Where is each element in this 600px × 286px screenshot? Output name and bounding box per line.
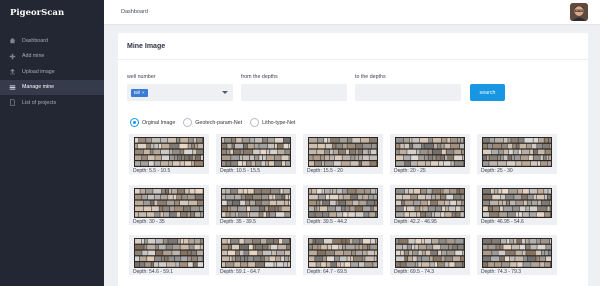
core-photo: [395, 188, 465, 218]
search-button[interactable]: search: [470, 84, 505, 101]
sidebar-item-upload-image[interactable]: Upload image: [0, 64, 104, 80]
sidebar-item-dashboard[interactable]: Dashboard: [0, 33, 104, 49]
mine-image-card: Mine Image well number from the depths t…: [118, 33, 588, 286]
home-icon: [8, 36, 17, 45]
from-depth-label: from the depths: [241, 74, 278, 80]
depth-label: Depth: 69.5 - 74.3: [394, 269, 435, 275]
depth-label: Depth: 42.2 - 46.95: [394, 219, 437, 225]
core-image-thumbnail[interactable]: Depth: 74.3 - 79.3: [477, 235, 557, 275]
avatar[interactable]: [570, 3, 588, 21]
radio-geotech-param-net[interactable]: Geotech-param-Net: [183, 118, 242, 127]
depth-label: Depth: 25 - 30: [481, 168, 513, 174]
breadcrumb[interactable]: Dashboard: [121, 9, 148, 15]
radio-label: Litho-type-Net: [262, 119, 296, 126]
depth-label: Depth: 15.5 - 20: [307, 168, 343, 174]
radio-indicator[interactable]: [183, 118, 193, 127]
core-photo: [221, 188, 291, 218]
sidebar-item-label: Upload image: [22, 68, 55, 75]
depth-label: Depth: 20 - 25: [394, 168, 426, 174]
radio-original-image[interactable]: Orginal Image: [130, 118, 175, 127]
chevron-down-icon[interactable]: [222, 91, 228, 94]
core-image-thumbnail[interactable]: Depth: 39.5 - 44.2: [303, 185, 383, 225]
core-image-thumbnail[interactable]: Depth: 69.5 - 74.3: [390, 235, 470, 275]
depth-label: Depth: 46.95 - 54.6: [481, 219, 524, 225]
page-title: Mine Image: [127, 43, 166, 50]
depth-label: Depth: 5.5 - 10.5: [133, 168, 171, 174]
depth-label: Depth: 54.6 - 59.1: [133, 269, 174, 275]
core-photo: [134, 238, 204, 268]
radio-label: Geotech-param-Net: [195, 119, 243, 126]
sidebar-item-label: Manage mine: [22, 84, 55, 91]
core-image-thumbnail[interactable]: Depth: 59.1 - 64.7: [216, 235, 296, 275]
radio-indicator[interactable]: [130, 118, 139, 127]
core-image-thumbnail[interactable]: Depth: 35 - 39.5: [216, 185, 296, 225]
list-icon: [8, 83, 17, 92]
core-image-thumbnail[interactable]: Depth: 15.5 - 20: [303, 134, 383, 174]
core-photo: [308, 188, 378, 218]
sidebar-item-add-mine[interactable]: Add mine: [0, 49, 104, 65]
plus-icon: [8, 52, 17, 61]
model-radio-group: Orginal Image Geotech-param-Net Litho-ty…: [130, 118, 303, 127]
well-tag-label: Bill: [134, 90, 141, 95]
core-photo: [395, 137, 465, 167]
close-icon[interactable]: ×: [142, 90, 145, 95]
depth-label: Depth: 35 - 39.5: [220, 219, 256, 225]
sidebar-item-label: Add mine: [22, 53, 45, 60]
well-number-select[interactable]: Bill ×: [127, 84, 233, 101]
core-image-thumbnail[interactable]: Depth: 42.2 - 46.95: [390, 185, 470, 225]
core-photo: [482, 137, 552, 167]
depth-label: Depth: 10.5 - 15.5: [220, 168, 261, 174]
core-photo: [221, 137, 291, 167]
sidebar-item-list-of-projects[interactable]: List of projects: [0, 95, 104, 111]
core-photo: [221, 238, 291, 268]
well-number-label: well number: [127, 74, 156, 80]
divider: [118, 59, 588, 60]
core-photo: [308, 137, 378, 167]
well-tag[interactable]: Bill ×: [131, 88, 148, 97]
radio-litho-type-net[interactable]: Litho-type-Net: [250, 118, 295, 127]
sidebar-item-label: Dashboard: [22, 37, 48, 44]
depth-label: Depth: 59.1 - 64.7: [220, 269, 261, 275]
radio-indicator[interactable]: [250, 118, 260, 127]
core-image-thumbnail[interactable]: Depth: 10.5 - 15.5: [216, 134, 296, 174]
upload-icon: [8, 67, 17, 76]
to-depth-input[interactable]: [355, 84, 461, 101]
depth-label: Depth: 39.5 - 44.2: [307, 219, 348, 225]
core-image-thumbnail[interactable]: Depth: 5.5 - 10.5: [129, 134, 209, 174]
depth-label: Depth: 30 - 35: [133, 219, 165, 225]
core-image-thumbnail[interactable]: Depth: 54.6 - 59.1: [129, 235, 209, 275]
depth-label: Depth: 74.3 - 79.3: [481, 269, 522, 275]
sidebar-item-label: List of projects: [22, 99, 57, 106]
core-image-thumbnail[interactable]: Depth: 25 - 30: [477, 134, 557, 174]
depth-label: Depth: 64.7 - 69.5: [307, 269, 348, 275]
core-image-thumbnail[interactable]: Depth: 30 - 35: [129, 185, 209, 225]
sidebar: PigeorScan Dashboard Add mine Upload ima…: [0, 0, 104, 286]
core-image-thumbnail[interactable]: Depth: 64.7 - 69.5: [303, 235, 383, 275]
core-image-thumbnail[interactable]: Depth: 46.95 - 54.6: [477, 185, 557, 225]
document-icon: [8, 98, 17, 107]
core-photo: [482, 188, 552, 218]
core-photo: [134, 137, 204, 167]
core-photo: [134, 188, 204, 218]
from-depth-input[interactable]: [241, 84, 347, 101]
radio-label: Orginal Image: [142, 119, 176, 126]
core-photo: [395, 238, 465, 268]
topbar: Dashboard: [104, 0, 600, 25]
sidebar-nav: Dashboard Add mine Upload image Manage m…: [0, 33, 104, 111]
core-photo: [482, 238, 552, 268]
brand-logo[interactable]: PigeorScan: [0, 0, 104, 26]
to-depth-label: to the depths: [355, 74, 386, 80]
core-photo: [308, 238, 378, 268]
sidebar-item-manage-mine[interactable]: Manage mine: [0, 79, 104, 95]
core-image-thumbnail[interactable]: Depth: 20 - 25: [390, 134, 470, 174]
